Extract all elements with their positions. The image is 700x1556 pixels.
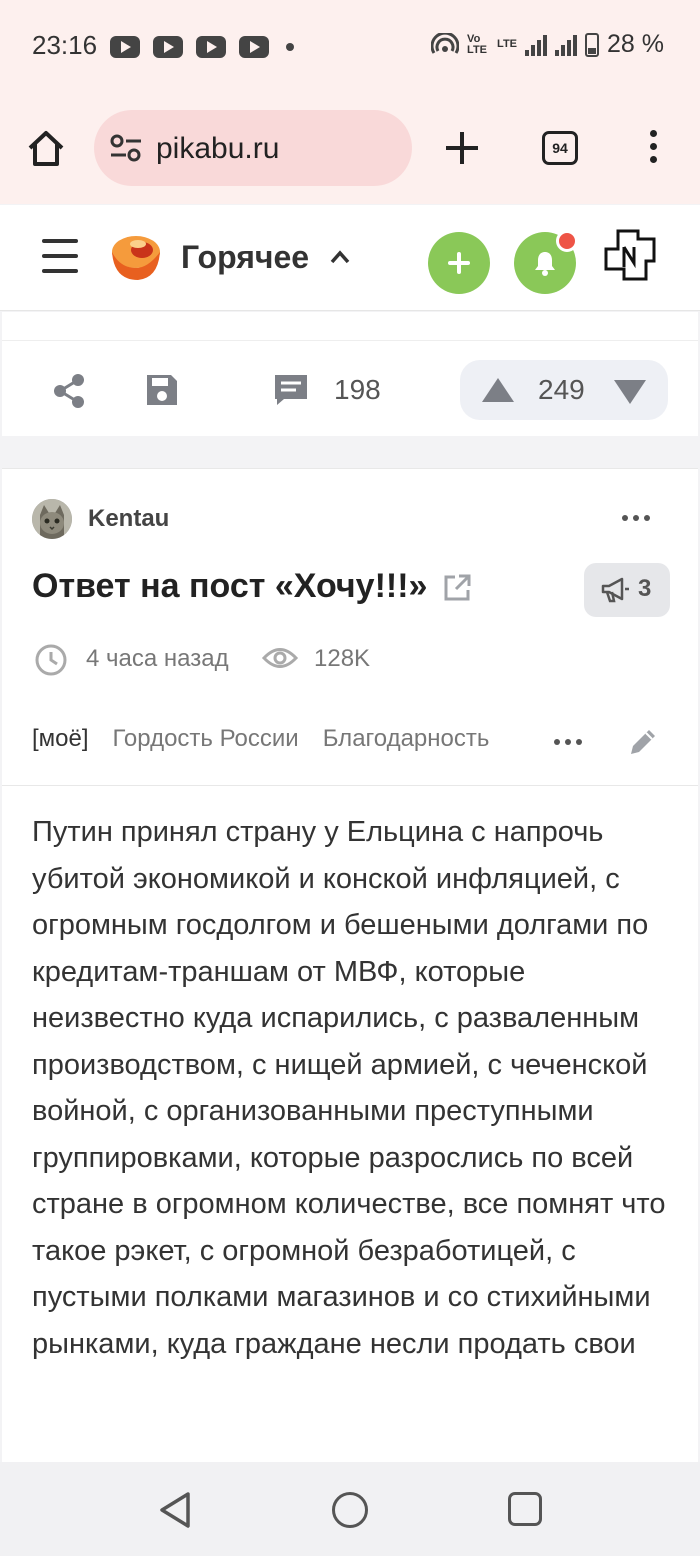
signal-icon xyxy=(525,34,548,56)
view-count: 128K xyxy=(314,645,371,672)
divider xyxy=(2,340,698,341)
bell-icon xyxy=(535,252,555,276)
tag-item[interactable]: [моё] xyxy=(32,725,89,753)
youtube-notification-icon xyxy=(239,36,269,58)
url-text: pikabu.ru xyxy=(156,132,280,165)
rating-value: 249 xyxy=(538,374,585,405)
home-icon[interactable] xyxy=(26,128,66,168)
comment-icon[interactable] xyxy=(272,372,310,408)
tag-item[interactable]: Благодарность xyxy=(323,725,490,753)
youtube-notification-icon xyxy=(196,36,226,58)
divider xyxy=(2,785,698,786)
tag-item[interactable]: Гордость России xyxy=(113,725,299,753)
youtube-notification-icon xyxy=(110,36,140,58)
tab-switcher-button[interactable]: 94 xyxy=(542,131,578,165)
notification-badge xyxy=(556,230,578,252)
more-tags-icon[interactable] xyxy=(554,739,582,745)
answer-count-badge[interactable]: 3 xyxy=(584,563,670,617)
cat-avatar-image xyxy=(32,499,72,539)
answer-count: 3 xyxy=(638,575,652,602)
external-link-icon[interactable] xyxy=(442,573,472,603)
megaphone-icon xyxy=(601,577,629,603)
status-bar: 23:16 Vo LTE LTE 28 % xyxy=(0,0,700,92)
system-navigation-bar xyxy=(0,1462,700,1556)
recent-apps-icon[interactable] xyxy=(508,1492,542,1526)
site-header: Горячее xyxy=(0,205,700,311)
user-avatar[interactable] xyxy=(600,227,658,285)
more-notifications-icon xyxy=(286,43,294,51)
tag-list: [моё] Гордость России Благодарность xyxy=(32,725,489,753)
rating-widget: 249 xyxy=(460,360,668,420)
save-icon[interactable] xyxy=(144,372,180,408)
new-tab-icon[interactable] xyxy=(444,130,480,166)
edit-pencil-icon[interactable] xyxy=(626,725,660,759)
hotspot-icon xyxy=(431,32,460,54)
author-avatar[interactable] xyxy=(32,499,72,539)
home-nav-icon[interactable] xyxy=(332,1492,368,1528)
chevron-up-icon[interactable] xyxy=(330,249,350,265)
post-time: 4 часа назад xyxy=(86,645,229,672)
browser-chrome: 23:16 Vo LTE LTE 28 % pikabu.ru 94 xyxy=(0,0,700,204)
previous-post-footer: 198 249 xyxy=(2,312,698,436)
downvote-icon[interactable] xyxy=(614,380,646,404)
pikabu-logo[interactable] xyxy=(108,230,162,284)
section-title[interactable]: Горячее xyxy=(181,239,309,276)
overflow-menu-icon[interactable] xyxy=(646,130,660,166)
add-post-button[interactable] xyxy=(428,232,490,294)
upvote-icon[interactable] xyxy=(482,378,514,402)
signal-icon xyxy=(555,34,578,56)
post-title[interactable]: Ответ на пост «Хочу!!!» xyxy=(32,567,427,606)
author-name[interactable]: Kentau xyxy=(88,505,169,533)
clock-icon xyxy=(35,644,67,676)
post-body-text: Путин принял страну у Ельцина с напрочь … xyxy=(32,816,666,1360)
address-bar[interactable]: pikabu.ru xyxy=(94,110,412,186)
lte-label: LTE xyxy=(497,38,518,50)
volte-label: Vo LTE xyxy=(467,32,488,56)
hamburger-menu-icon[interactable] xyxy=(42,239,78,275)
youtube-notification-icon xyxy=(153,36,183,58)
comment-count[interactable]: 198 xyxy=(334,374,381,406)
notifications-button[interactable] xyxy=(514,230,578,294)
status-time: 23:16 xyxy=(32,30,98,60)
share-icon[interactable] xyxy=(50,372,88,410)
post-more-icon[interactable] xyxy=(622,515,650,521)
battery-percent: 28 % xyxy=(607,30,664,58)
eye-icon xyxy=(262,648,298,668)
status-indicators: Vo LTE LTE 28 % xyxy=(431,30,664,59)
post-card: Kentau Ответ на пост «Хочу!!!» 3 4 часа … xyxy=(2,468,698,1468)
back-icon[interactable] xyxy=(156,1490,194,1530)
site-settings-icon[interactable] xyxy=(110,134,142,162)
battery-icon xyxy=(585,32,600,57)
